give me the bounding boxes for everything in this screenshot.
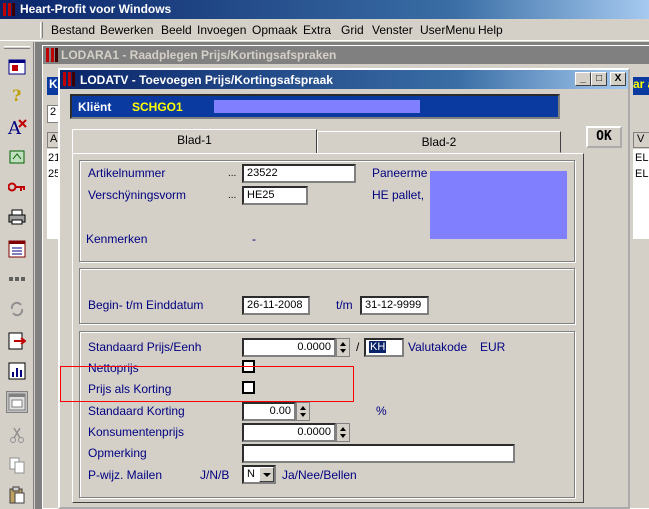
lodara1-row-2-right: EL	[635, 168, 649, 180]
kenmerken-value: -	[252, 232, 256, 246]
key-icon[interactable]	[6, 176, 28, 198]
help-question-icon[interactable]: ?	[6, 84, 28, 106]
standaard-prijs-input[interactable]: 0.0000	[242, 338, 336, 357]
minimize-button[interactable]: _	[575, 72, 591, 86]
refresh-icon[interactable]	[6, 146, 28, 168]
pwijz-mailen-select[interactable]: N	[242, 465, 276, 484]
sync-icon[interactable]	[6, 298, 28, 320]
lodatv-dialog[interactable]: LODATV - Toevoegen Prijs/Kortingsafspraa…	[58, 68, 630, 509]
klient-label: Kliënt	[78, 100, 112, 114]
artikelnummer-lookup[interactable]: ...	[228, 168, 236, 179]
jnb-label: J/N/B	[200, 468, 230, 482]
konsumentenprijs-spinner[interactable]	[336, 423, 350, 442]
menu-usermenu[interactable]: UserMenu	[420, 23, 475, 37]
toolbar-grip	[4, 46, 30, 49]
paste-icon[interactable]	[6, 484, 28, 506]
verschijningsvorm-lookup[interactable]: ...	[228, 190, 236, 201]
menu-venster[interactable]: Venster	[372, 23, 413, 37]
window-icon[interactable]	[6, 56, 28, 78]
lodatv-logo-icon	[63, 72, 75, 86]
klient-value: SCHGO1	[132, 100, 183, 114]
lodara1-column-header-v: V	[633, 132, 649, 148]
app-logo-icon	[3, 3, 15, 16]
export-icon[interactable]	[6, 330, 28, 352]
menu-help[interactable]: Help	[478, 23, 503, 37]
lodara1-logo-icon	[46, 48, 58, 62]
group-dates: Begin- t/m Einddatum 26-11-2008 t/m 31-1…	[79, 268, 575, 324]
chevron-down-icon	[263, 473, 271, 477]
tab-panel-blad-1: Artikelnummer ... 23522 Paneerme Verschÿ…	[72, 153, 584, 503]
maximize-button[interactable]: □	[591, 72, 607, 86]
close-button[interactable]: X	[610, 72, 626, 86]
menu-invoegen[interactable]: Invoegen	[197, 23, 246, 37]
menu-grid[interactable]: Grid	[341, 23, 364, 37]
prijs-slash: /	[356, 340, 360, 354]
lodara1-row-1-right: EL	[635, 152, 649, 164]
tab-blad-1[interactable]: Blad-1	[72, 129, 317, 153]
tm-label: t/m	[336, 298, 353, 312]
standaard-prijs-spinner[interactable]	[336, 338, 350, 357]
lodatv-title-bar: LODATV - Toevoegen Prijs/Kortingsafspraa…	[60, 70, 628, 89]
font-delete-icon[interactable]: A	[6, 116, 28, 138]
klient-bar: Kliënt SCHGO1	[70, 94, 560, 119]
menu-beeld[interactable]: Beeld	[161, 23, 192, 37]
menu-grip	[40, 22, 43, 38]
pwijz-mailen-value: N	[247, 468, 255, 480]
form-icon[interactable]	[6, 238, 28, 260]
konsumentenprijs-label: Konsumentenprijs	[88, 425, 185, 439]
opmerking-label: Opmerking	[88, 446, 147, 460]
korting-percent: %	[376, 404, 387, 418]
lodara1-title: LODARA1 - Raadplegen Prijs/Kortingsafspr…	[61, 48, 337, 62]
eenheid-input[interactable]: KH	[364, 338, 404, 357]
lodara1-right-fragment: ar ak	[633, 77, 649, 95]
standaard-korting-spinner[interactable]	[296, 402, 310, 421]
artikelnummer-input[interactable]: 23522	[242, 164, 356, 183]
svg-text:?: ?	[12, 86, 21, 104]
ellipsis-icon[interactable]	[6, 268, 28, 290]
chart-icon[interactable]	[6, 360, 28, 382]
standaard-prijs-label: Standaard Prijs/Eenh	[88, 340, 202, 354]
lodara1-title-bar: LODARA1 - Raadplegen Prijs/Kortingsafspr…	[43, 46, 649, 64]
ok-button[interactable]: OK	[586, 126, 622, 148]
copy-icon[interactable]	[6, 454, 28, 476]
valuta-value: EUR	[480, 340, 506, 354]
begin-einddatum-label: Begin- t/m Einddatum	[88, 298, 204, 312]
begindatum-input[interactable]: 26-11-2008	[242, 296, 310, 315]
paneerme-label: Paneerme	[372, 166, 428, 180]
menu-bewerken[interactable]: Bewerken	[100, 23, 153, 37]
klient-name-redacted	[214, 100, 420, 113]
verschijningsvorm-label: Verschÿningsvorm	[88, 188, 187, 202]
einddatum-input[interactable]: 31-12-9999	[360, 296, 429, 315]
article-description-redacted	[430, 171, 567, 239]
menu-bar: Bestand Bewerken Beeld Invoegen Opmaak E…	[0, 19, 649, 41]
valutakode-label: Valutakode	[408, 340, 468, 354]
print-icon[interactable]	[6, 206, 28, 228]
cut-icon[interactable]	[6, 424, 28, 446]
lodatv-title: LODATV - Toevoegen Prijs/Kortingsafspraa…	[80, 73, 333, 87]
verschijningsvorm-input[interactable]: HE25	[242, 186, 308, 205]
vertical-toolbar: ? A	[0, 42, 34, 509]
tab-blad-2[interactable]: Blad-2	[317, 131, 561, 153]
opmerking-input[interactable]	[242, 444, 515, 463]
group-prices: Standaard Prijs/Eenh 0.0000 / KH Valutak…	[79, 331, 575, 498]
menu-bestand[interactable]: Bestand	[51, 23, 95, 37]
highlight-box	[60, 366, 354, 402]
konsumentenprijs-input[interactable]: 0.0000	[242, 423, 336, 442]
pwijz-mailen-label: P-wijz. Mailen	[88, 468, 163, 482]
kenmerken-label: Kenmerken	[86, 232, 148, 246]
app-title-bar: Heart-Profit voor Windows	[0, 0, 649, 19]
standaard-korting-input[interactable]: 0.00	[242, 402, 296, 421]
eenheid-value: KH	[369, 341, 387, 353]
window-list-icon[interactable]	[6, 391, 28, 413]
menu-opmaak[interactable]: Opmaak	[252, 23, 297, 37]
pwijz-mailen-dropdown-arrow[interactable]	[259, 467, 274, 482]
he-pallet-label: HE pallet,	[372, 188, 425, 202]
menu-extra[interactable]: Extra	[303, 23, 331, 37]
pwijz-mailen-hint: Ja/Nee/Bellen	[282, 468, 357, 482]
artikelnummer-label: Artikelnummer	[88, 166, 166, 180]
app-title: Heart-Profit voor Windows	[20, 2, 172, 16]
standaard-korting-label: Standaard Korting	[88, 404, 185, 418]
